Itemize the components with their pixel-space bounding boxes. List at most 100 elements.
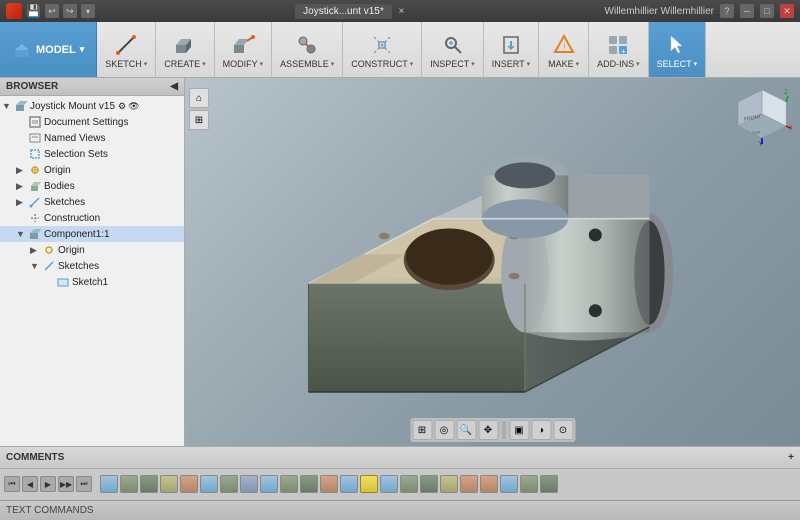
title-bar-left: 💾 ↩ ↪ ▾: [6, 3, 95, 19]
tree-item-construction[interactable]: Construction: [0, 210, 184, 226]
timeline-feature-22[interactable]: [520, 475, 538, 493]
zoom-btn[interactable]: 🔍: [456, 420, 476, 440]
top-cyl-hole: [495, 162, 556, 188]
tree-item-root[interactable]: ▼ Joystick Mount v15 ⚙ 👁: [0, 98, 184, 114]
timeline-feature-18[interactable]: [440, 475, 458, 493]
timeline-feature-16[interactable]: [400, 475, 418, 493]
fit-view-btn[interactable]: ⊞: [189, 110, 209, 130]
comments-expand-btn[interactable]: +: [788, 452, 794, 463]
display-mode-btn[interactable]: ▣: [509, 420, 529, 440]
construct-icon: [368, 31, 396, 59]
timeline-feature-1[interactable]: [100, 475, 118, 493]
assemble-menu[interactable]: ASSEMBLE ▾: [272, 22, 343, 77]
tree-item-component1[interactable]: ▼ Component1:1: [0, 226, 184, 242]
pan-btn[interactable]: ✥: [478, 420, 498, 440]
extra-btn[interactable]: ▾: [81, 4, 95, 18]
tree-toggle[interactable]: ▶: [16, 197, 28, 208]
timeline-feature-9[interactable]: [260, 475, 278, 493]
nav-cube[interactable]: Z X Y FRONT TOP: [732, 86, 792, 146]
addins-menu[interactable]: + ADD-INS ▾: [589, 22, 649, 77]
user-label: Willemhillier Willemhillier: [605, 6, 714, 17]
timeline-feature-4[interactable]: [160, 475, 178, 493]
timeline-feature-8[interactable]: [240, 475, 258, 493]
timeline-last-btn[interactable]: ⏭: [76, 476, 92, 492]
create-menu[interactable]: CREATE ▾: [156, 22, 214, 77]
tree-toggle[interactable]: ▼: [16, 229, 28, 239]
tree-toggle[interactable]: ▶: [16, 181, 28, 192]
close-btn[interactable]: ✕: [780, 4, 794, 18]
timeline-first-btn[interactable]: ⏮: [4, 476, 20, 492]
save-icon[interactable]: 💾: [26, 4, 41, 18]
toolbar: MODEL ▾ SKETCH ▾ CREATE ▾: [0, 22, 800, 78]
insert-icon: [497, 31, 525, 59]
timeline-bar: ⏮ ◀ ▶ ▶▶ ⏭: [0, 469, 800, 500]
timeline-feature-17[interactable]: [420, 475, 438, 493]
sketch-label: SKETCH ▾: [105, 59, 147, 69]
undo-btn[interactable]: ↩: [45, 4, 59, 18]
minimize-btn[interactable]: ─: [740, 4, 754, 18]
viewport-bottom-toolbar: ⊞ ◎ 🔍 ✥ ▣ ◑ ⊙: [410, 418, 575, 442]
tree-item-comp-origin[interactable]: ▶ Origin: [0, 242, 184, 258]
timeline-feature-20[interactable]: [480, 475, 498, 493]
grid-btn[interactable]: ⊞: [412, 420, 432, 440]
timeline-prev-btn[interactable]: ◀: [22, 476, 38, 492]
sketch1-icon: [56, 275, 70, 289]
redo-btn[interactable]: ↪: [63, 4, 77, 18]
viewport[interactable]: Z X Y FRONT TOP ⌂ ⊞ ⊞ ◎ 🔍 ✥ ▣ ◑ ⊙: [185, 78, 800, 446]
maximize-btn[interactable]: □: [760, 4, 774, 18]
timeline-feature-19[interactable]: [460, 475, 478, 493]
browser-collapse-btn[interactable]: ◀: [170, 81, 178, 92]
tree-item-selection-sets[interactable]: Selection Sets: [0, 146, 184, 162]
timeline-feature-21[interactable]: [500, 475, 518, 493]
shadow-btn[interactable]: ◑: [531, 420, 551, 440]
tree-item-doc-settings[interactable]: Document Settings: [0, 114, 184, 130]
home-view-btn[interactable]: ⌂: [189, 88, 209, 108]
close-tab-btn[interactable]: ×: [399, 6, 405, 17]
tree-toggle[interactable]: ▼: [2, 101, 14, 111]
timeline-feature-12[interactable]: [320, 475, 338, 493]
timeline-next-btn[interactable]: ▶▶: [58, 476, 74, 492]
create-icon: [171, 31, 199, 59]
inspect-menu[interactable]: INSPECT ▾: [422, 22, 484, 77]
xray-btn[interactable]: ⊙: [553, 420, 573, 440]
sketch-menu[interactable]: SKETCH ▾: [97, 22, 156, 77]
tree-item-comp-sketches[interactable]: ▼ Sketches: [0, 258, 184, 274]
timeline-feature-2[interactable]: [120, 475, 138, 493]
tree-item-sketch1[interactable]: Sketch1: [0, 274, 184, 290]
tree-item-label: Selection Sets: [44, 149, 108, 160]
timeline-feature-6[interactable]: [200, 475, 218, 493]
timeline-feature-5[interactable]: [180, 475, 198, 493]
timeline-feature-11[interactable]: [300, 475, 318, 493]
insert-menu[interactable]: INSERT ▾: [484, 22, 539, 77]
3d-model-view: [185, 78, 800, 446]
construct-menu[interactable]: CONSTRUCT ▾: [343, 22, 422, 77]
help-btn[interactable]: ?: [720, 4, 734, 18]
timeline-feature-15[interactable]: [380, 475, 398, 493]
tree-item-sketches[interactable]: ▶ Sketches: [0, 194, 184, 210]
tree-item-label: Origin: [58, 245, 85, 256]
modify-menu[interactable]: MODIFY ▾: [215, 22, 273, 77]
settings-icon[interactable]: ⚙: [118, 101, 126, 112]
timeline-feature-10[interactable]: [280, 475, 298, 493]
make-menu[interactable]: ! MAKE ▾: [539, 22, 589, 77]
tab-label[interactable]: Joystick...unt v15*: [295, 4, 392, 19]
timeline-feature-13[interactable]: [340, 475, 358, 493]
timeline-feature-14[interactable]: [360, 475, 378, 493]
timeline-feature-3[interactable]: [140, 475, 158, 493]
tree-item-named-views[interactable]: Named Views: [0, 130, 184, 146]
make-label: MAKE ▾: [548, 59, 579, 69]
timeline-feature-7[interactable]: [220, 475, 238, 493]
tree-item-origin[interactable]: ▶ Origin: [0, 162, 184, 178]
title-bar-right: Willemhillier Willemhillier ? ─ □ ✕: [605, 4, 794, 18]
timeline-feature-23[interactable]: [540, 475, 558, 493]
screw-2: [379, 233, 390, 239]
model-menu-btn[interactable]: MODEL ▾: [0, 22, 97, 77]
tree-item-bodies[interactable]: ▶ Bodies: [0, 178, 184, 194]
tree-toggle[interactable]: ▶: [16, 165, 28, 176]
orbit-btn[interactable]: ◎: [434, 420, 454, 440]
tree-toggle[interactable]: ▼: [30, 261, 42, 271]
timeline-play-btn[interactable]: ▶: [40, 476, 56, 492]
visibility-icon[interactable]: 👁: [128, 101, 139, 112]
select-menu[interactable]: SELECT ▾: [649, 22, 707, 77]
tree-toggle[interactable]: ▶: [30, 245, 42, 256]
